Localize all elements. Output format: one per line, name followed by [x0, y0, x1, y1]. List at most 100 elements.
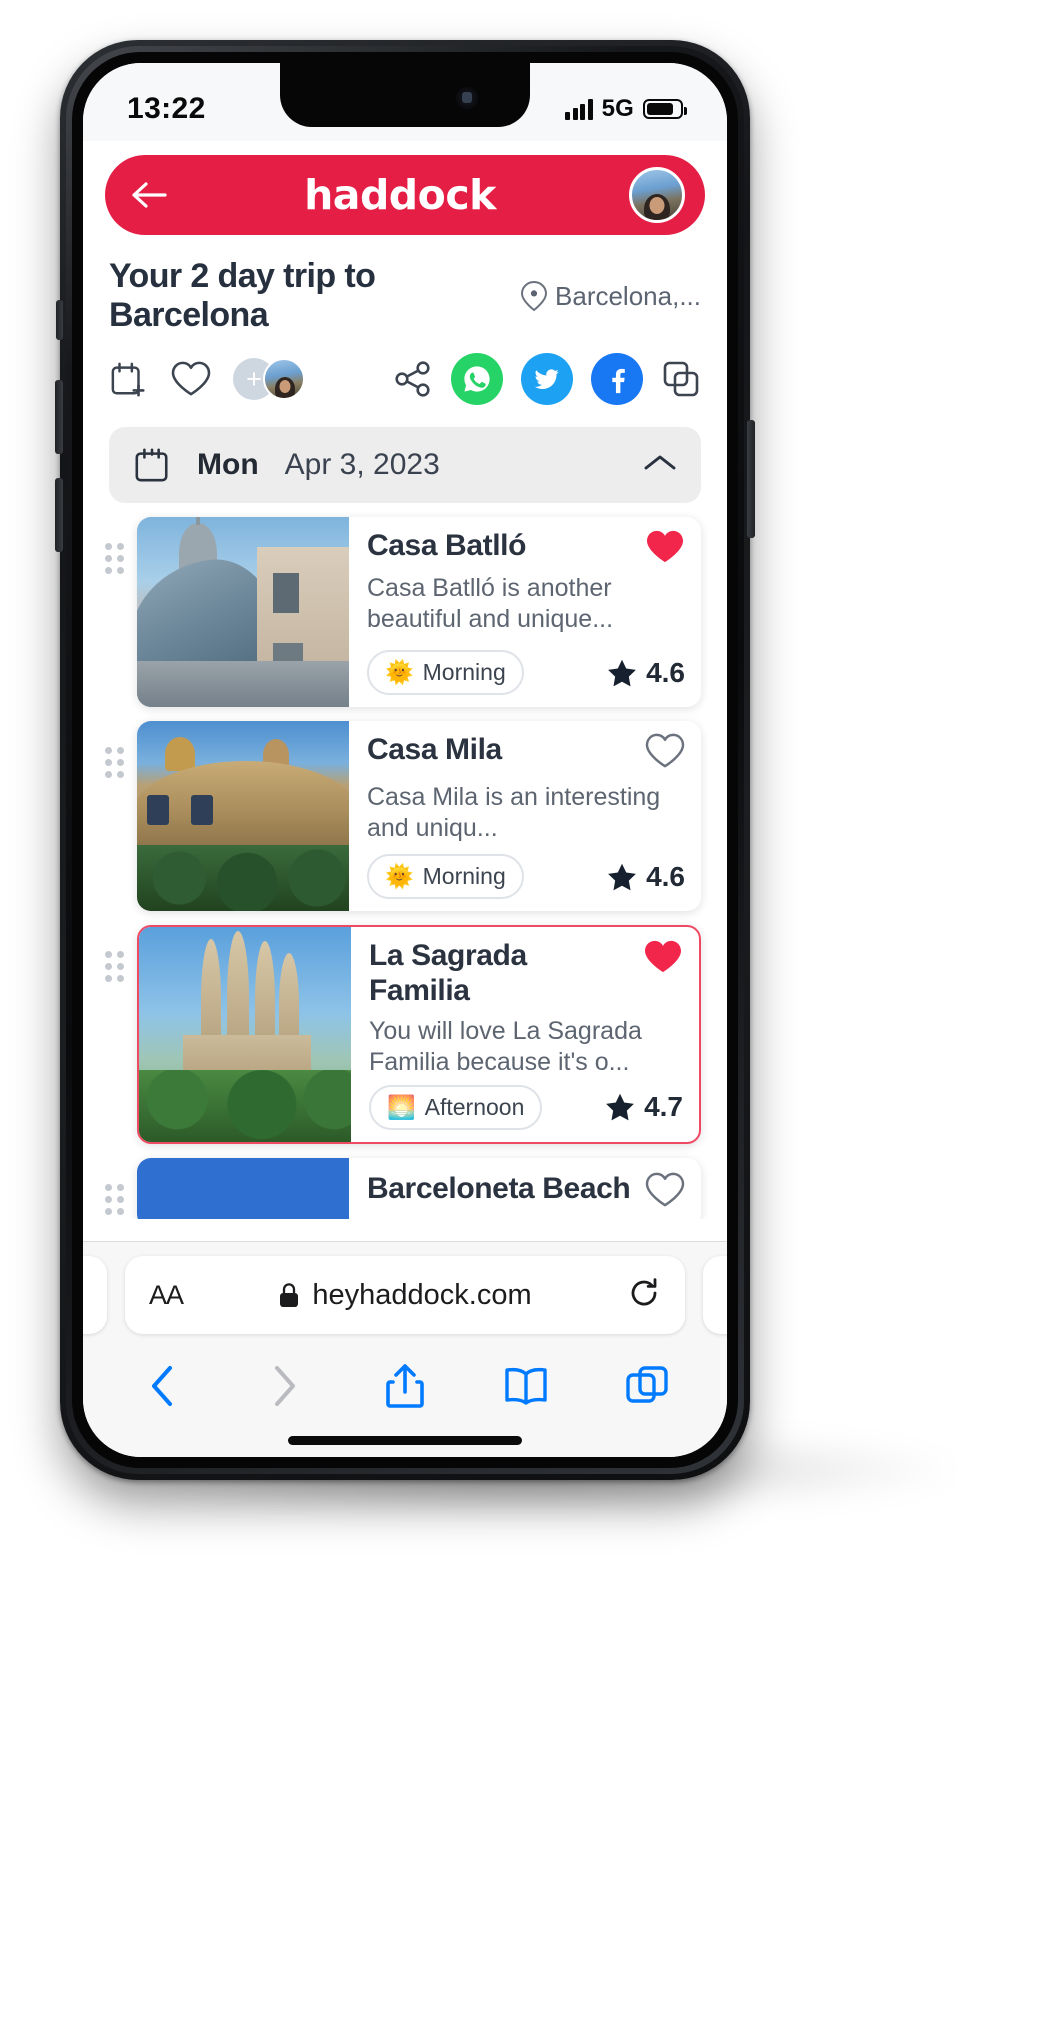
list-item: Barceloneta Beach [101, 1157, 701, 1220]
share-up-icon[interactable] [377, 1358, 433, 1414]
activity-title: Casa Batlló [367, 529, 526, 562]
home-indicator[interactable] [288, 1436, 522, 1445]
cellular-signal-icon [565, 98, 593, 120]
activity-description: You will love La Sagrada Familia because… [369, 1017, 642, 1077]
day-header[interactable]: Mon Apr 3, 2023 [109, 427, 701, 503]
reload-icon[interactable] [627, 1276, 661, 1315]
browser-toolbar [83, 1344, 727, 1424]
app-header-bar: haddock [105, 155, 705, 235]
activity-card-body: Casa Mila Casa Mila is an interesting an… [349, 721, 701, 911]
time-of-day-badge[interactable]: 🌞 Morning [367, 854, 524, 899]
drag-handle-icon[interactable] [101, 721, 127, 778]
time-of-day-label: Afternoon [424, 1093, 525, 1120]
url-display: heyhaddock.com [278, 1278, 532, 1312]
book-icon[interactable] [498, 1358, 554, 1414]
activity-thumbnail [137, 517, 349, 707]
notch [280, 63, 530, 127]
activity-card[interactable]: Casa Batlló Casa Batlló is another beaut… [137, 517, 701, 707]
front-camera-icon [456, 87, 478, 109]
nav-back-icon[interactable] [135, 1358, 191, 1414]
activity-card-body: Casa Batlló Casa Batlló is another beaut… [349, 517, 701, 707]
copy-link-icon[interactable] [661, 359, 701, 399]
network-type-label: 5G [601, 95, 634, 122]
collaborators-group[interactable]: + [233, 358, 305, 400]
chevron-up-icon[interactable] [643, 452, 677, 479]
day-of-week-label: Mon [197, 448, 259, 481]
star-icon [606, 1093, 634, 1121]
star-icon [608, 863, 636, 890]
activity-thumbnail [139, 927, 351, 1142]
trip-location-label: Barcelona,... [555, 280, 701, 311]
activity-title: Barceloneta Beach [367, 1171, 631, 1205]
action-toolbar: + [83, 335, 727, 405]
previous-tab-peek[interactable] [83, 1256, 107, 1334]
avatar[interactable] [628, 167, 685, 223]
sun-emoji: 🌞 [385, 863, 414, 889]
itinerary-list: Casa Batlló Casa Batlló is another beaut… [83, 503, 727, 1219]
tab-strip: AA heyhaddock.com [83, 1256, 727, 1344]
activity-thumbnail [137, 721, 349, 911]
activity-description: Casa Batlló is another beautiful and uni… [367, 574, 614, 634]
lock-icon [280, 1282, 299, 1307]
text-size-button[interactable]: AA [149, 1280, 184, 1311]
url-text: heyhaddock.com [312, 1278, 532, 1311]
activity-description: Casa Mila is an interesting and uniqu... [367, 783, 661, 843]
battery-icon [643, 99, 687, 119]
activity-card-body: Barceloneta Beach [349, 1158, 701, 1220]
date-label: Apr 3, 2023 [284, 448, 440, 481]
share-node-icon[interactable] [393, 359, 433, 399]
activity-card[interactable]: La Sagrada Familia You will love La Sagr… [137, 925, 701, 1144]
heart-filled-icon[interactable] [643, 939, 683, 975]
rating: 4.7 [605, 1091, 683, 1123]
time-of-day-badge[interactable]: 🌞 Morning [367, 650, 524, 695]
time-of-day-label: Morning [422, 659, 506, 685]
trip-location[interactable]: Barcelona,... [521, 280, 701, 312]
phone-screen: 13:22 5G haddock Your 2 day trip to Barc… [83, 63, 727, 1457]
heart-outline-icon[interactable] [171, 359, 211, 399]
time-of-day-label: Morning [422, 863, 506, 889]
volume-down-button[interactable] [55, 478, 63, 552]
map-pin-icon [521, 280, 548, 312]
power-button[interactable] [747, 420, 755, 538]
rating: 4.6 [607, 657, 685, 689]
rating-value: 4.6 [646, 656, 685, 688]
whatsapp-icon[interactable] [451, 353, 503, 405]
heart-outline-icon[interactable] [645, 733, 685, 774]
list-item: Casa Batlló Casa Batlló is another beaut… [101, 517, 701, 707]
action-group-left: + [109, 358, 305, 400]
next-tab-peek[interactable] [703, 1256, 727, 1334]
status-bar-indicators: 5G [565, 95, 687, 123]
time-of-day-badge[interactable]: 🌅 Afternoon [369, 1084, 543, 1130]
drag-handle-icon[interactable] [101, 1158, 127, 1215]
volume-up-button[interactable] [55, 380, 63, 454]
drag-handle-icon[interactable] [101, 925, 127, 982]
screenshot-stage: 13:22 5G haddock Your 2 day trip to Barc… [0, 0, 1042, 2024]
heart-filled-icon[interactable] [645, 529, 685, 565]
facebook-icon[interactable] [591, 353, 643, 405]
tabs-icon[interactable] [619, 1358, 675, 1414]
address-bar[interactable]: AA heyhaddock.com [125, 1256, 685, 1334]
calendar-icon [135, 448, 168, 482]
list-item: Casa Mila Casa Mila is an interesting an… [101, 721, 701, 911]
app-logo[interactable]: haddock [304, 171, 496, 219]
activity-thumbnail [137, 1157, 349, 1219]
sun-emoji: 🌞 [385, 659, 414, 685]
activity-card-body: La Sagrada Familia You will love La Sagr… [351, 927, 699, 1142]
activity-card[interactable]: Barceloneta Beach [137, 1157, 701, 1220]
back-arrow-icon[interactable] [127, 173, 171, 217]
drag-handle-icon[interactable] [101, 517, 127, 574]
calendar-add-icon[interactable] [109, 359, 149, 399]
browser-chrome: AA heyhaddock.com [83, 1241, 727, 1457]
rating-value: 4.6 [646, 860, 685, 892]
page-title: Your 2 day trip to Barcelona [109, 257, 376, 334]
list-item: La Sagrada Familia You will love La Sagr… [101, 925, 701, 1144]
star-icon [608, 659, 636, 686]
mute-switch[interactable] [56, 300, 63, 340]
collaborator-avatar[interactable] [263, 358, 305, 400]
twitter-icon[interactable] [521, 353, 573, 405]
rating: 4.6 [607, 861, 685, 893]
sunset-emoji: 🌅 [387, 1093, 416, 1120]
rating-value: 4.7 [644, 1091, 683, 1122]
heart-outline-icon[interactable] [645, 1172, 685, 1213]
activity-card[interactable]: Casa Mila Casa Mila is an interesting an… [137, 721, 701, 911]
